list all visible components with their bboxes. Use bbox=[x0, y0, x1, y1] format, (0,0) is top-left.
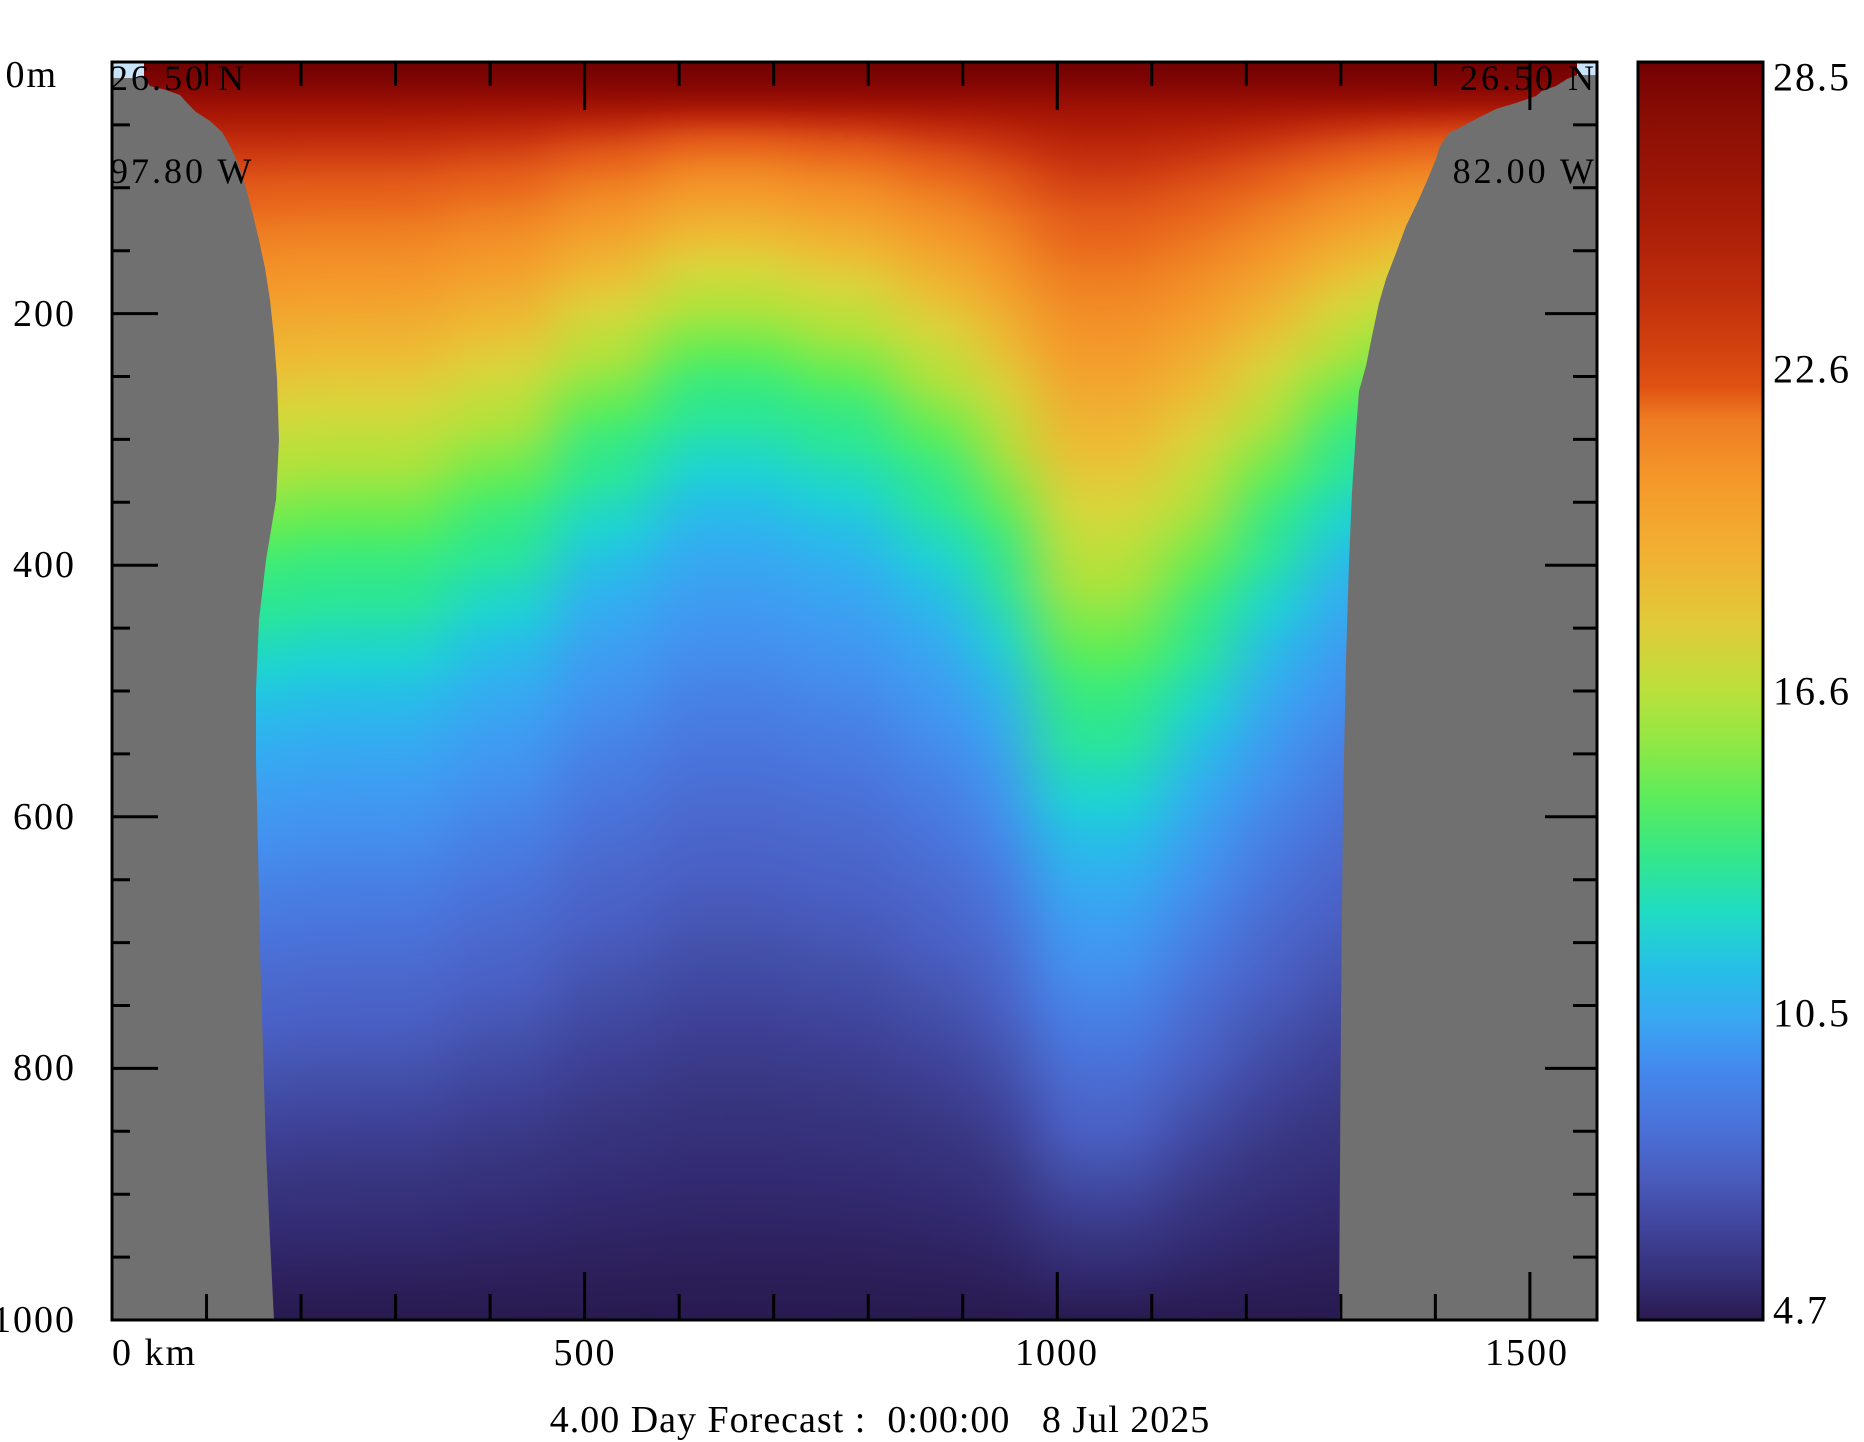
depth-label-800: 800 bbox=[13, 1047, 76, 1089]
section-end-coords: 26.50 N 82.00 W bbox=[1453, 1, 1597, 249]
depth-label-0m: 0m bbox=[5, 54, 58, 96]
depth-label-200: 200 bbox=[13, 293, 76, 335]
x-label-0km: 0 km bbox=[112, 1332, 198, 1374]
colorbar-label-16-6: 16.6 bbox=[1773, 668, 1851, 714]
x-label-1000: 1000 bbox=[1015, 1332, 1099, 1374]
colorbar-label-28-5: 28.5 bbox=[1773, 54, 1851, 100]
colorbar-label-4-7: 4.7 bbox=[1773, 1287, 1829, 1333]
plot-canvas: 26.50 N 97.80 W 26.50 N 82.00 W 0m 200 4… bbox=[0, 0, 1864, 1442]
colorbar-label-10-5: 10.5 bbox=[1773, 990, 1851, 1036]
colorbar-label-22-6: 22.6 bbox=[1773, 346, 1851, 392]
section-start-lon: 97.80 W bbox=[110, 151, 255, 191]
depth-label-1000: 1000 bbox=[0, 1299, 76, 1341]
forecast-caption: 4.00 Day Forecast : 0:00:00 8 Jul 2025 bbox=[549, 1399, 1211, 1441]
depth-label-600: 600 bbox=[13, 796, 76, 838]
land-mask-west bbox=[113, 78, 279, 1319]
section-start-lat: 26.50 N bbox=[110, 58, 247, 98]
depth-label-400: 400 bbox=[13, 544, 76, 586]
colorbar bbox=[1638, 62, 1763, 1320]
x-label-1500: 1500 bbox=[1485, 1332, 1569, 1374]
section-end-lon: 82.00 W bbox=[1452, 151, 1597, 191]
x-label-500: 500 bbox=[553, 1332, 617, 1374]
section-start-coords: 26.50 N 97.80 W bbox=[110, 1, 254, 249]
section-end-lat: 26.50 N bbox=[1460, 58, 1597, 98]
